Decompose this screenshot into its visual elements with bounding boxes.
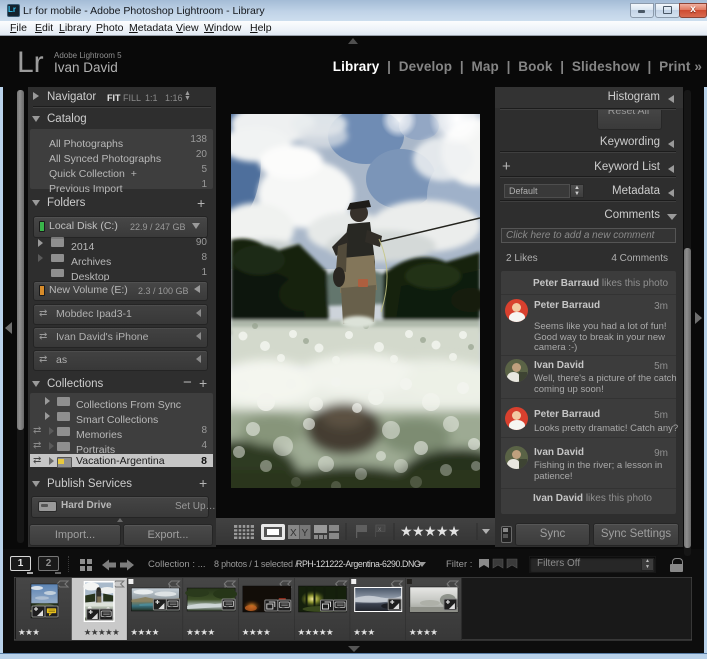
- svg-text:★★★★★: ★★★★★: [298, 627, 334, 637]
- svg-text:Y: Y: [302, 528, 309, 539]
- svg-text:★★★★: ★★★★: [130, 627, 159, 637]
- svg-text:★★★★: ★★★★: [186, 627, 215, 637]
- svg-text:★★★★★: ★★★★★: [400, 523, 460, 539]
- svg-text:★★★★: ★★★★: [409, 627, 438, 637]
- svg-text:★★★★★: ★★★★★: [84, 627, 120, 637]
- svg-text:★★★: ★★★: [18, 627, 40, 637]
- svg-text:X: X: [290, 528, 297, 539]
- svg-text:★★★: ★★★: [353, 627, 375, 637]
- svg-text:★★★★: ★★★★: [242, 627, 271, 637]
